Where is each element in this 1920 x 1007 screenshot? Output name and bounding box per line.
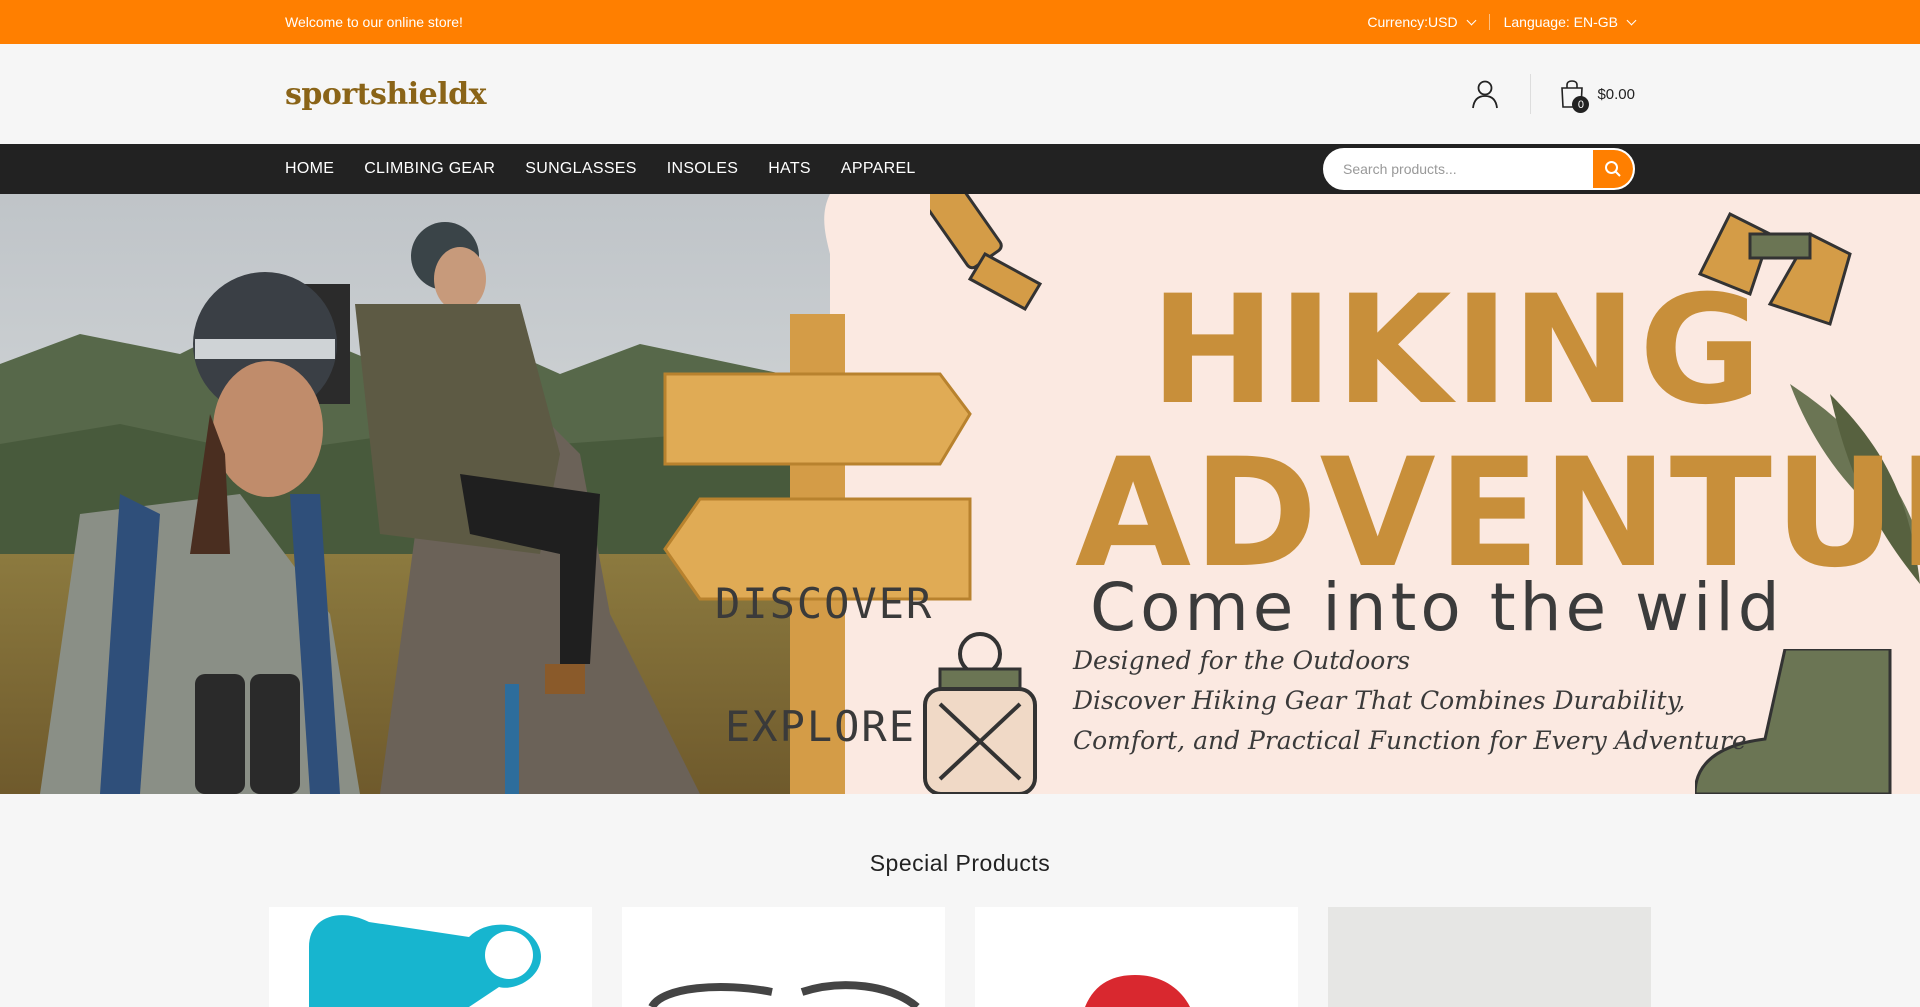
nav-item-climbing-gear[interactable]: CLIMBING GEAR xyxy=(364,160,495,178)
banner-tagline-2: Discover Hiking Gear That Combines Durab… xyxy=(1073,686,1686,715)
product-card[interactable] xyxy=(975,907,1298,1007)
product-grid xyxy=(0,907,1920,1007)
cart-total: $0.00 xyxy=(1597,85,1635,103)
nav-item-hats[interactable]: HATS xyxy=(768,160,811,178)
product-card[interactable] xyxy=(269,907,592,1007)
welcome-message: Welcome to our online store! xyxy=(285,14,463,30)
user-account-icon[interactable] xyxy=(1470,79,1500,109)
product-image-sunglasses xyxy=(648,981,920,1007)
boot-icon xyxy=(1695,649,1892,794)
product-card[interactable] xyxy=(622,907,945,1007)
language-label: Language: EN-GB xyxy=(1503,14,1618,30)
site-logo[interactable]: sportshieldx xyxy=(285,77,486,112)
chevron-down-icon xyxy=(1626,15,1637,25)
banner-title-hiking: HIKING xyxy=(1150,264,1765,438)
nav-item-sunglasses[interactable]: SUNGLASSES xyxy=(525,160,636,178)
chevron-down-icon xyxy=(1466,15,1477,25)
nav-menu: HOME CLIMBING GEAR SUNGLASSES INSOLES HA… xyxy=(285,160,946,178)
search-input[interactable] xyxy=(1325,161,1593,177)
divider xyxy=(1488,14,1490,30)
search-bar xyxy=(1323,148,1635,190)
nav-item-home[interactable]: HOME xyxy=(285,160,334,178)
currency-label: Currency:USD xyxy=(1367,14,1458,30)
product-image-belay-device xyxy=(309,915,541,1007)
nav-item-apparel[interactable]: APPAREL xyxy=(841,160,916,178)
sign-discover: DISCOVER xyxy=(715,579,934,628)
banner-title-adventure: ADVENTURE xyxy=(1075,427,1920,601)
product-card[interactable] xyxy=(1328,907,1651,1007)
currency-selector[interactable]: Currency:USD xyxy=(1367,14,1477,30)
top-bar: Welcome to our online store! Currency:US… xyxy=(0,0,1920,44)
nav-item-insoles[interactable]: INSOLES xyxy=(667,160,738,178)
sign-explore: EXPLORE xyxy=(725,702,917,751)
cart-button[interactable]: 0 $0.00 xyxy=(1559,80,1635,113)
main-nav: HOME CLIMBING GEAR SUNGLASSES INSOLES HA… xyxy=(0,144,1920,194)
lantern-icon xyxy=(923,632,1037,794)
cart-count-badge: 0 xyxy=(1572,96,1590,113)
search-icon xyxy=(1605,161,1621,177)
divider xyxy=(1530,74,1532,114)
banner-subtitle: Come into the wild xyxy=(1090,569,1784,646)
language-selector[interactable]: Language: EN-GB xyxy=(1503,14,1637,30)
product-image-hat xyxy=(1085,975,1190,1007)
search-button[interactable] xyxy=(1593,150,1633,188)
section-title-special-products: Special Products xyxy=(869,850,1051,876)
hero-banner[interactable]: DISCOVER EXPLORE HIKING ADVENTURE Come i… xyxy=(0,194,1920,794)
banner-tagline-1: Designed for the Outdoors xyxy=(1073,646,1411,675)
flashlight-icon xyxy=(930,194,1043,312)
product-image-fabric xyxy=(1328,907,1651,1007)
banner-tagline-3: Comfort, and Practical Function for Ever… xyxy=(1073,726,1747,755)
header: sportshieldx 0 $0.00 xyxy=(0,44,1920,144)
